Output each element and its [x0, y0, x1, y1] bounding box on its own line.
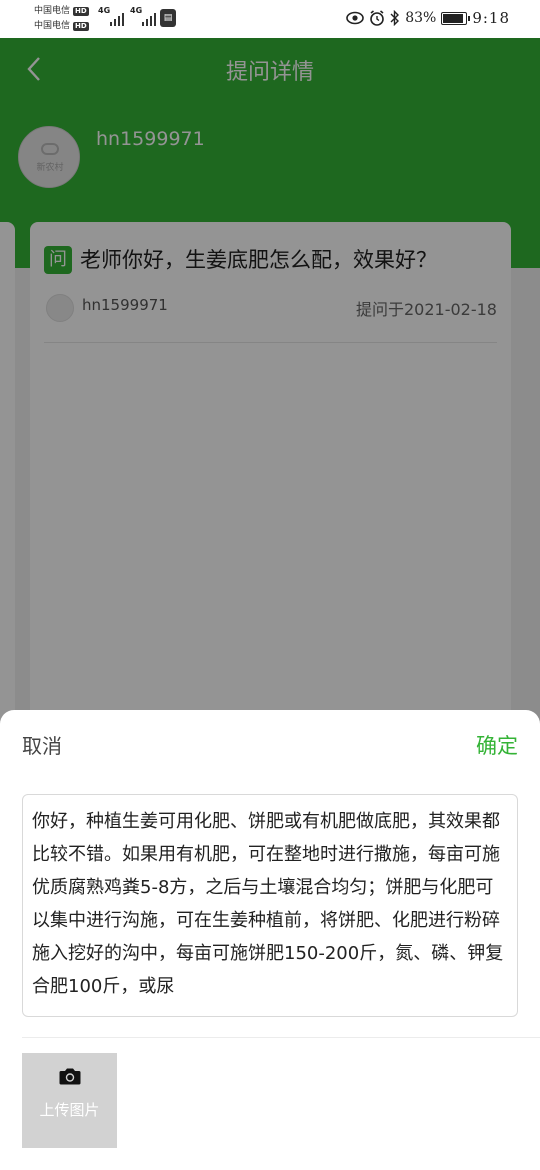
bluetooth-icon	[390, 10, 400, 26]
answer-text: 你好，种植生姜可用化肥、饼肥或有机肥做底肥，其效果都比较不错。如果用有机肥，可在…	[32, 811, 504, 997]
carrier-2-name: 中国电信	[34, 21, 71, 31]
answer-sheet: 取消 确定 你好，种植生姜可用化肥、饼肥或有机肥做底肥，其效果都比较不错。如果用…	[0, 710, 540, 1170]
upload-image-button[interactable]: 上传图片	[22, 1053, 117, 1148]
battery-icon	[441, 11, 471, 25]
battery-percent: 83%	[405, 10, 437, 26]
confirm-button[interactable]: 确定	[476, 730, 518, 760]
status-bar: 中国电信 HD 中国电信 HD 4G 4G ▤ 83% 9:18	[0, 0, 540, 38]
sim-card-icon: ▤	[160, 9, 176, 27]
carrier-1-name: 中国电信	[34, 6, 71, 16]
camera-icon	[59, 1068, 81, 1085]
alarm-icon	[370, 10, 384, 26]
clock: 9:18	[472, 9, 510, 27]
answer-textarea[interactable]: 你好，种植生姜可用化肥、饼肥或有机肥做底肥，其效果都比较不错。如果用有机肥，可在…	[22, 794, 518, 1017]
upload-image-label: 上传图片	[39, 1101, 100, 1119]
status-indicators: 83% 9:18	[346, 9, 510, 27]
hd-badge: HD	[73, 22, 89, 31]
eye-icon	[346, 11, 364, 25]
signal-icon: 4G	[130, 6, 156, 26]
signal-icon: 4G	[98, 6, 124, 26]
hd-badge: HD	[73, 7, 89, 16]
divider	[22, 1037, 540, 1038]
cancel-button[interactable]: 取消	[22, 730, 62, 759]
carrier-info: 中国电信 HD 中国电信 HD	[34, 4, 89, 34]
